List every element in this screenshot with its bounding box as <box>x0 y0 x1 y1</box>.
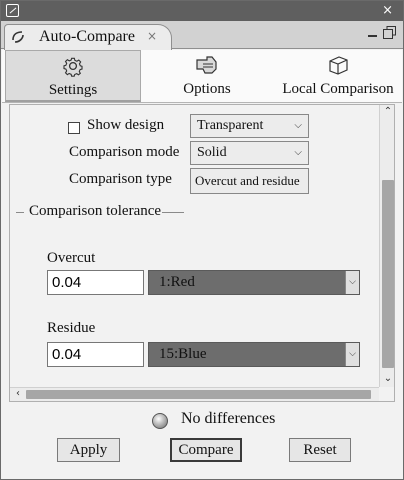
auto-compare-window: × Auto-Compare × Settings Options Local … <box>0 0 404 480</box>
chevron-down-icon: ⌵ <box>294 120 302 131</box>
chevron-down-icon: ⌵ <box>345 343 359 366</box>
vertical-scrollbar[interactable]: ⌃ ⌄ <box>379 105 394 387</box>
residue-color-value: 15:Blue <box>159 346 207 362</box>
compare-tool-icon <box>12 31 24 43</box>
minimize-icon[interactable] <box>368 26 378 40</box>
residue-input[interactable] <box>47 342 144 367</box>
status-indicator-icon <box>152 413 168 429</box>
title-bar: × <box>1 1 403 21</box>
residue-label: Residue <box>47 320 96 336</box>
chevron-down-icon: ⌵ <box>345 271 359 294</box>
horizontal-scroll-thumb[interactable] <box>26 390 371 399</box>
show-design-label: Show design <box>87 117 165 133</box>
overcut-color-value: 1:Red <box>159 274 195 290</box>
comparison-tolerance-title: Comparison tolerance <box>29 203 162 219</box>
show-design-checkbox[interactable] <box>68 122 80 134</box>
compare-button[interactable]: Compare <box>170 438 242 462</box>
tab-options-label: Options <box>183 81 231 97</box>
status-text: No differences <box>181 410 276 427</box>
overcut-label: Overcut <box>47 250 96 266</box>
cube-icon <box>329 56 348 75</box>
horizontal-scrollbar[interactable]: ‹ <box>10 387 379 401</box>
restore-icon[interactable] <box>382 25 397 40</box>
apply-button[interactable]: Apply <box>57 438 120 462</box>
show-design-value: Transparent <box>197 118 264 133</box>
tab-options[interactable]: Options <box>145 50 269 102</box>
scroll-down-icon[interactable]: ⌄ <box>380 373 394 384</box>
tab-local-comparison[interactable]: Local Comparison <box>274 50 402 102</box>
comparison-mode-label: Comparison mode <box>69 144 180 160</box>
comparison-type-value: Overcut and residue <box>195 173 300 188</box>
comparison-mode-value: Solid <box>197 145 227 160</box>
app-icon <box>6 4 19 17</box>
overcut-color-select[interactable]: 1:Red ⌵ <box>148 270 360 295</box>
group-divider <box>162 212 184 213</box>
hand-pointer-icon <box>196 56 217 74</box>
tab-local-comparison-label: Local Comparison <box>282 81 394 97</box>
chevron-down-icon: ⌵ <box>294 147 302 158</box>
tab-settings[interactable]: Settings <box>5 50 141 102</box>
residue-color-select[interactable]: 15:Blue ⌵ <box>148 342 360 367</box>
group-divider <box>16 212 24 213</box>
scroll-up-icon[interactable]: ⌃ <box>380 106 394 117</box>
comparison-type-label: Comparison type <box>69 171 172 187</box>
overcut-input[interactable] <box>47 270 144 295</box>
vertical-scroll-thumb[interactable] <box>382 180 394 368</box>
tab-auto-compare[interactable]: Auto-Compare × <box>4 24 172 50</box>
status-bar: No differences <box>1 409 403 431</box>
settings-panel: Show design Transparent ⌵ Comparison mod… <box>9 104 395 402</box>
scroll-left-icon[interactable]: ‹ <box>10 388 26 399</box>
tab-bar: Auto-Compare × <box>1 21 403 50</box>
tab-close-icon[interactable]: × <box>147 29 157 43</box>
comparison-type-select[interactable]: Overcut and residue <box>190 168 309 194</box>
tab-title: Auto-Compare <box>39 28 135 45</box>
comparison-mode-select[interactable]: Solid ⌵ <box>190 141 309 165</box>
category-tabs: Settings Options Local Comparison <box>2 50 402 103</box>
gear-icon <box>63 57 83 77</box>
tab-settings-label: Settings <box>48 82 98 98</box>
window-close-button[interactable]: × <box>382 1 393 21</box>
reset-button[interactable]: Reset <box>289 438 351 462</box>
show-design-select[interactable]: Transparent ⌵ <box>190 114 309 138</box>
